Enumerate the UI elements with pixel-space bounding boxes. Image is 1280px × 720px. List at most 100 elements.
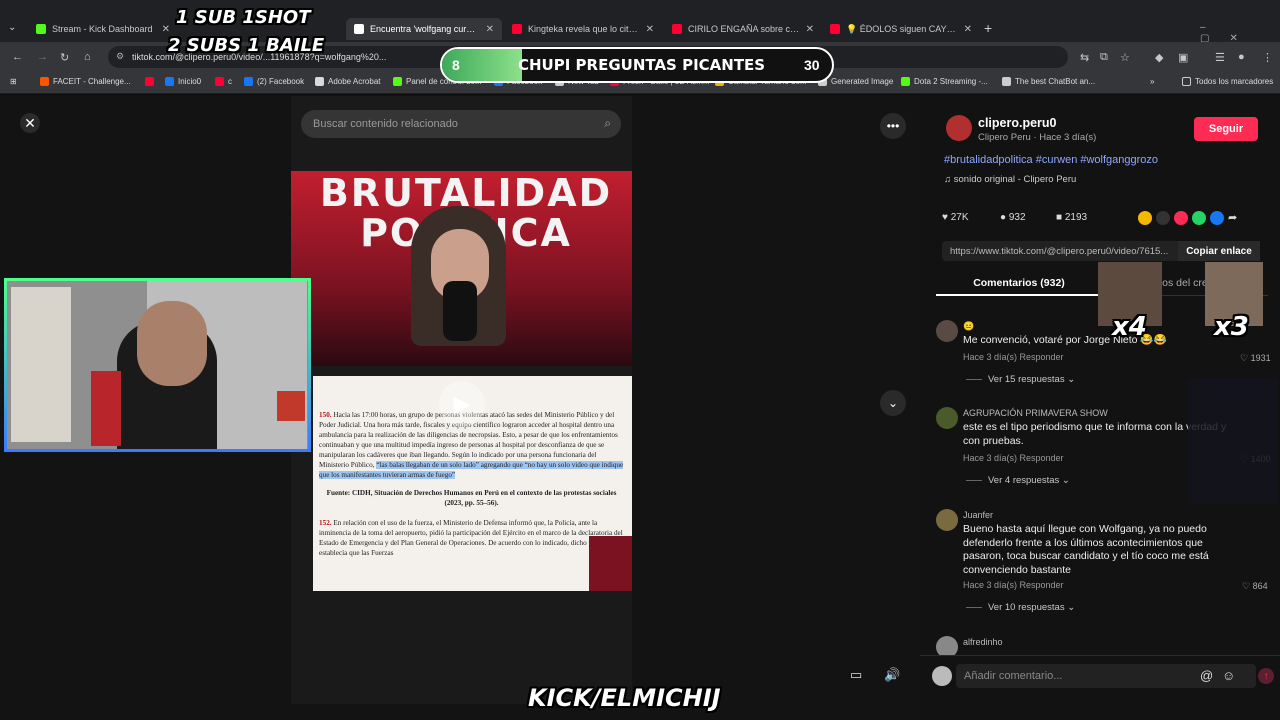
play-icon[interactable]: ▶ bbox=[439, 381, 485, 427]
home-icon[interactable]: ⌂ bbox=[84, 51, 91, 63]
bookmark-youtube[interactable] bbox=[145, 77, 158, 86]
more-options-icon[interactable]: ••• bbox=[880, 113, 906, 139]
tab-kick-dashboard[interactable]: Stream - Kick Dashboard ✕ bbox=[28, 18, 178, 40]
comment-username[interactable]: Juanfer bbox=[963, 510, 993, 520]
emoji-icon[interactable]: ☺ bbox=[1222, 668, 1235, 683]
tab-comments[interactable]: Comentarios (932) bbox=[936, 272, 1102, 296]
bookmark-inicio[interactable]: Inicio0 bbox=[165, 77, 201, 86]
all-bookmarks[interactable]: Todos los marcadores bbox=[1182, 77, 1273, 86]
save-action[interactable]: ■ 2193 bbox=[1056, 212, 1087, 223]
sub-promo-line1: 1 SUB 1SHOT bbox=[176, 7, 311, 28]
send-icon[interactable] bbox=[1174, 211, 1188, 225]
related-search-input[interactable]: Buscar contenido relacionado ⌕ bbox=[301, 110, 621, 138]
creator-subline: Clipero Peru · Hace 3 día(s) bbox=[978, 132, 1097, 143]
comment-username[interactable]: AGRUPACIÓN PRIMAVERA SHOW bbox=[963, 408, 1108, 418]
creator-avatar[interactable] bbox=[946, 115, 972, 141]
bookmark-icon: ■ bbox=[1056, 212, 1065, 223]
comment-avatar[interactable] bbox=[936, 509, 958, 531]
bookmark-faceit[interactable]: FACEIT - Challenge... bbox=[40, 77, 131, 86]
comment-avatar[interactable] bbox=[936, 407, 958, 429]
forward-icon[interactable]: → bbox=[37, 51, 48, 63]
tab-youtube-kingteka[interactable]: Kingteka revela que lo citaron p... ✕ bbox=[504, 18, 662, 40]
extension-icon[interactable]: ◆ bbox=[1155, 51, 1163, 64]
search-icon[interactable]: ⌕ bbox=[604, 116, 611, 131]
comment-input[interactable]: Añadir comentario... @ ☺ bbox=[956, 664, 1256, 688]
reload-icon[interactable]: ↻ bbox=[60, 51, 69, 64]
bookmark-c[interactable]: c bbox=[215, 77, 232, 86]
bookmark-chatbot[interactable]: The best ChatBot an... bbox=[1002, 77, 1095, 86]
doc-source: Fuente: CIDH, Situación de Derechos Huma… bbox=[326, 489, 617, 507]
comment-meta[interactable]: Hace 3 día(s) Responder bbox=[963, 453, 1064, 463]
embed-icon[interactable] bbox=[1156, 211, 1170, 225]
comment-like[interactable]: ♡ 864 bbox=[1242, 581, 1268, 592]
tab-search-icon[interactable]: ⌄ bbox=[8, 22, 16, 33]
stream-chat-overlay bbox=[1188, 378, 1278, 504]
post-hashtags[interactable]: #brutalidadpolitica #curwen #wolfganggro… bbox=[944, 154, 1158, 166]
comment-like[interactable]: ♡ 1931 bbox=[1240, 353, 1271, 364]
gaming-chair bbox=[91, 371, 121, 446]
sub-promo-line2: 2 SUBS 1 BAILE bbox=[168, 35, 325, 56]
streamer-face bbox=[137, 301, 207, 386]
comment-avatar[interactable] bbox=[936, 320, 958, 342]
poll-left-count: 8 bbox=[452, 57, 460, 73]
close-tab-icon[interactable]: ✕ bbox=[806, 24, 814, 35]
follow-button[interactable]: Seguir bbox=[1194, 117, 1258, 141]
new-tab-icon[interactable]: + bbox=[984, 20, 992, 36]
mention-icon[interactable]: @ bbox=[1200, 668, 1213, 683]
comment-username[interactable]: 😐 bbox=[963, 321, 974, 332]
tab-label: 💡 ÉDOLOS siguen CAYENDO ... bbox=[846, 23, 958, 34]
view-replies-button[interactable]: Ver 15 respuestas ⌄ bbox=[966, 374, 1075, 385]
apps-icon[interactable]: ⊞ bbox=[10, 77, 17, 86]
view-replies-button[interactable]: Ver 4 respuestas ⌄ bbox=[966, 475, 1070, 486]
close-tab-icon[interactable]: ✕ bbox=[162, 24, 170, 35]
profile-icon[interactable]: ● bbox=[1238, 51, 1245, 63]
tab-youtube-idolos[interactable]: 💡 ÉDOLOS siguen CAYENDO ... ✕ bbox=[822, 18, 980, 40]
copy-link-button[interactable]: Copiar enlace bbox=[1178, 241, 1260, 261]
pip-icon[interactable]: ▭ bbox=[850, 667, 862, 683]
view-replies-button[interactable]: Ver 10 respuestas ⌄ bbox=[966, 602, 1075, 613]
facebook-icon[interactable] bbox=[1210, 211, 1224, 225]
site-info-icon[interactable]: ⚙ bbox=[116, 51, 124, 62]
bookmark-acrobat[interactable]: Adobe Acrobat bbox=[315, 77, 380, 86]
close-tab-icon[interactable]: ✕ bbox=[486, 24, 494, 35]
repost-icon[interactable] bbox=[1138, 211, 1152, 225]
volume-icon[interactable]: 🔊 bbox=[884, 667, 900, 683]
bookmark-star-icon[interactable]: ☆ bbox=[1120, 51, 1130, 64]
tab-youtube-cirilo[interactable]: CIRILO ENGAÑA sobre cuanto ... ✕ bbox=[664, 18, 822, 40]
music-note-icon: ♫ bbox=[944, 174, 954, 185]
poll-title: CHUPI PREGUNTAS PICANTES bbox=[518, 56, 766, 74]
video-frame[interactable]: Buscar contenido relacionado ⌕ BRUTALIDA… bbox=[291, 96, 632, 704]
close-video-icon[interactable]: ✕ bbox=[20, 113, 40, 133]
bookmark-generated-image[interactable]: Generated Image bbox=[818, 77, 893, 86]
comment-username[interactable]: alfredinho bbox=[963, 637, 1003, 647]
comment-action[interactable]: ● 932 bbox=[1000, 212, 1026, 223]
close-tab-icon[interactable]: ✕ bbox=[964, 24, 972, 35]
comment-meta[interactable]: Hace 3 día(s) Responder bbox=[963, 580, 1064, 590]
like-action[interactable]: ♥ 27K bbox=[942, 212, 969, 223]
doc-paragraph-152: En relación con el uso de la fuerza, el … bbox=[319, 519, 623, 557]
install-icon[interactable]: ⧉ bbox=[1100, 51, 1108, 64]
heart-icon: ♥ bbox=[942, 212, 951, 223]
back-icon[interactable]: ← bbox=[12, 51, 23, 63]
search-placeholder: Buscar contenido relacionado bbox=[313, 118, 458, 130]
comment-count: 932 bbox=[1008, 212, 1026, 223]
send-comment-icon[interactable]: ↑ bbox=[1258, 668, 1274, 684]
window-controls[interactable]: –▢✕ bbox=[1200, 22, 1280, 44]
translate-icon[interactable]: ⇆ bbox=[1080, 51, 1089, 64]
bookmarks-overflow-icon[interactable]: » bbox=[1150, 77, 1154, 86]
next-video-icon[interactable]: ⌄ bbox=[880, 390, 906, 416]
comment-meta[interactable]: Hace 3 día(s) Responder bbox=[963, 352, 1064, 362]
share-arrow-icon[interactable]: ➦ bbox=[1228, 211, 1237, 225]
bookmark-dota2[interactable]: Dota 2 Streaming -... bbox=[901, 77, 988, 86]
menu-icon[interactable]: ⋮ bbox=[1262, 51, 1273, 64]
close-tab-icon[interactable]: ✕ bbox=[646, 24, 654, 35]
media-icon[interactable]: ☰ bbox=[1215, 51, 1225, 64]
creator-username[interactable]: clipero.peru0 bbox=[978, 116, 1057, 130]
puzzle-icon[interactable]: ▣ bbox=[1178, 51, 1188, 64]
bookmark-facebook[interactable]: (2) Facebook bbox=[244, 77, 304, 86]
whatsapp-icon[interactable] bbox=[1192, 211, 1206, 225]
link-text: https://www.tiktok.com/@clipero.peru0/vi… bbox=[950, 245, 1169, 257]
comment-text: Me convenció, votaré por Jorge Nieto 😂😂 bbox=[963, 334, 1167, 346]
tab-tiktok-search[interactable]: Encuentra 'wolfgang curwen' en... ✕ bbox=[346, 18, 502, 40]
post-sound[interactable]: ♫ sonido original - Clipero Peru bbox=[944, 174, 1076, 185]
